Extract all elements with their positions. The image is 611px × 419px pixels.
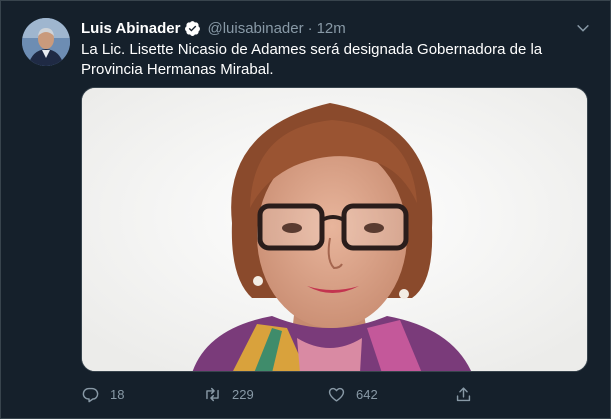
author-name[interactable]: Luis Abinader <box>81 20 180 37</box>
tweet-header: Luis Abinader @luisabinader · 12m <box>81 18 346 38</box>
tweet-text: La Lic. Lisette Nicasio de Adames será d… <box>81 41 543 78</box>
heart-icon <box>328 387 345 402</box>
like-count: 642 <box>356 386 378 402</box>
tweet-actions: 18 229 642 <box>81 381 481 407</box>
retweet-count: 229 <box>232 386 254 402</box>
like-button[interactable]: 642 <box>327 381 378 407</box>
chevron-down-icon[interactable] <box>573 18 593 38</box>
retweet-icon <box>206 387 219 401</box>
verified-badge-icon <box>184 20 201 37</box>
share-button[interactable] <box>454 381 483 407</box>
share-icon <box>456 386 471 401</box>
separator-dot: · <box>307 19 313 37</box>
portrait-image <box>82 88 587 371</box>
tweet-card[interactable]: Luis Abinader @luisabinader · 12m La Lic… <box>0 0 611 419</box>
reply-icon <box>82 387 99 402</box>
tweet-photo[interactable] <box>81 87 588 372</box>
avatar-image <box>22 18 70 66</box>
reply-button[interactable]: 18 <box>81 381 124 407</box>
author-handle[interactable]: @luisabinader <box>207 20 303 37</box>
avatar[interactable] <box>22 18 70 66</box>
timestamp[interactable]: 12m <box>317 20 346 37</box>
reply-count: 18 <box>110 386 125 402</box>
retweet-button[interactable]: 229 <box>203 381 254 407</box>
